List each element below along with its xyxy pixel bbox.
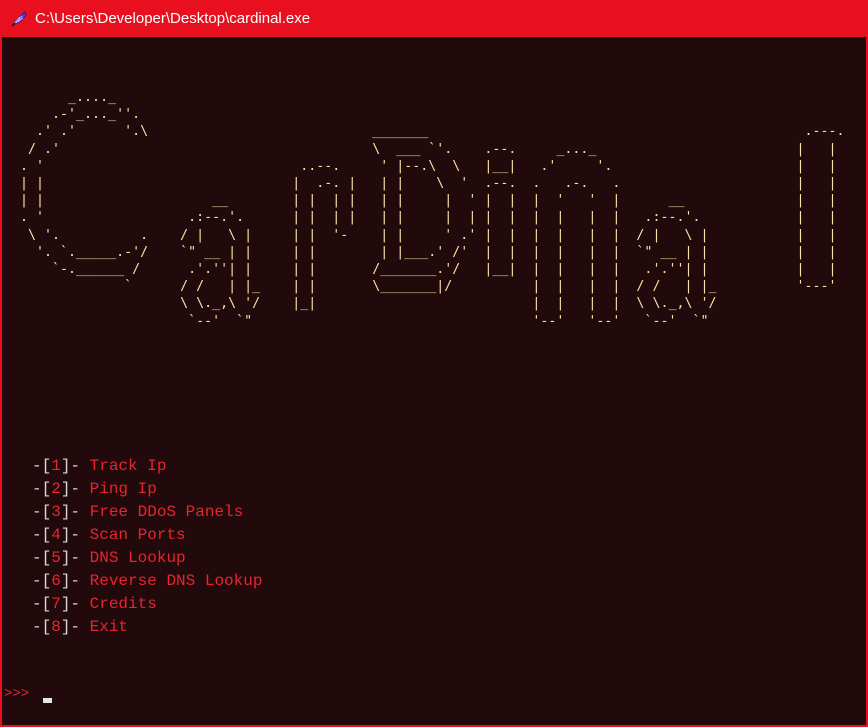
menu-item-number: 5 (51, 549, 61, 567)
menu-item[interactable]: -[3]- Free DDoS Panels (32, 501, 262, 524)
menu-item-close-bracket: ]- (60, 526, 81, 544)
menu-item-label: Track Ip (89, 457, 167, 475)
python-feather-icon (10, 10, 28, 28)
main-menu: -[1]- Track Ip -[2]- Ping Ip -[3]- Free DD… (32, 455, 262, 639)
menu-item-number: 8 (51, 618, 61, 636)
menu-item-number: 7 (51, 595, 61, 613)
menu-item[interactable]: -[4]- Scan Ports (32, 524, 262, 547)
menu-item-close-bracket: ]- (60, 572, 81, 590)
menu-item-number: 6 (51, 572, 61, 590)
menu-item-label: Ping Ip (89, 480, 157, 498)
menu-item-number: 1 (51, 457, 61, 475)
menu-item-close-bracket: ]- (60, 549, 81, 567)
menu-item-open-bracket: -[ (32, 549, 52, 567)
menu-item-close-bracket: ]- (60, 595, 81, 613)
menu-item-label: DNS Lookup (89, 549, 186, 567)
menu-item-label: Exit (89, 618, 129, 636)
menu-item-close-bracket: ]- (60, 618, 81, 636)
menu-item-open-bracket: -[ (32, 480, 52, 498)
window-title: C:\Users\Developer\Desktop\cardinal.exe (35, 10, 311, 27)
menu-item-label: Reverse DNS Lookup (89, 572, 263, 590)
menu-item[interactable]: -[5]- DNS Lookup (32, 547, 262, 570)
menu-item-open-bracket: -[ (32, 526, 52, 544)
text-cursor[interactable] (43, 698, 52, 703)
menu-item-label: Free DDoS Panels (89, 503, 244, 521)
menu-item-open-bracket: -[ (32, 618, 52, 636)
console-window: C:\Users\Developer\Desktop\cardinal.exe … (0, 0, 868, 727)
title-bar[interactable]: C:\Users\Developer\Desktop\cardinal.exe (0, 0, 868, 37)
menu-item-label: Scan Ports (89, 526, 186, 544)
menu-item[interactable]: -[2]- Ping Ip (32, 478, 262, 501)
menu-item-open-bracket: -[ (32, 457, 52, 475)
menu-item-open-bracket: -[ (32, 595, 52, 613)
menu-item-close-bracket: ]- (60, 480, 81, 498)
ascii-banner: _...._ .-'_..._''. .' .' '.\ _______ .--… (20, 90, 845, 329)
menu-item-label: Credits (89, 595, 157, 613)
menu-item-number: 3 (51, 503, 61, 521)
menu-item-close-bracket: ]- (60, 503, 81, 521)
console-output[interactable]: _...._ .-'_..._''. .' .' '.\ _______ .--… (2, 37, 866, 725)
menu-item-close-bracket: ]- (60, 457, 81, 475)
menu-item[interactable]: -[6]- Reverse DNS Lookup (32, 570, 262, 593)
input-prompt: >>> (4, 686, 30, 702)
menu-item-number: 4 (51, 526, 61, 544)
menu-item[interactable]: -[1]- Track Ip (32, 455, 262, 478)
menu-item-open-bracket: -[ (32, 503, 52, 521)
menu-item[interactable]: -[7]- Credits (32, 593, 262, 616)
menu-item-number: 2 (51, 480, 61, 498)
menu-item-open-bracket: -[ (32, 572, 52, 590)
menu-item[interactable]: -[8]- Exit (32, 616, 262, 639)
